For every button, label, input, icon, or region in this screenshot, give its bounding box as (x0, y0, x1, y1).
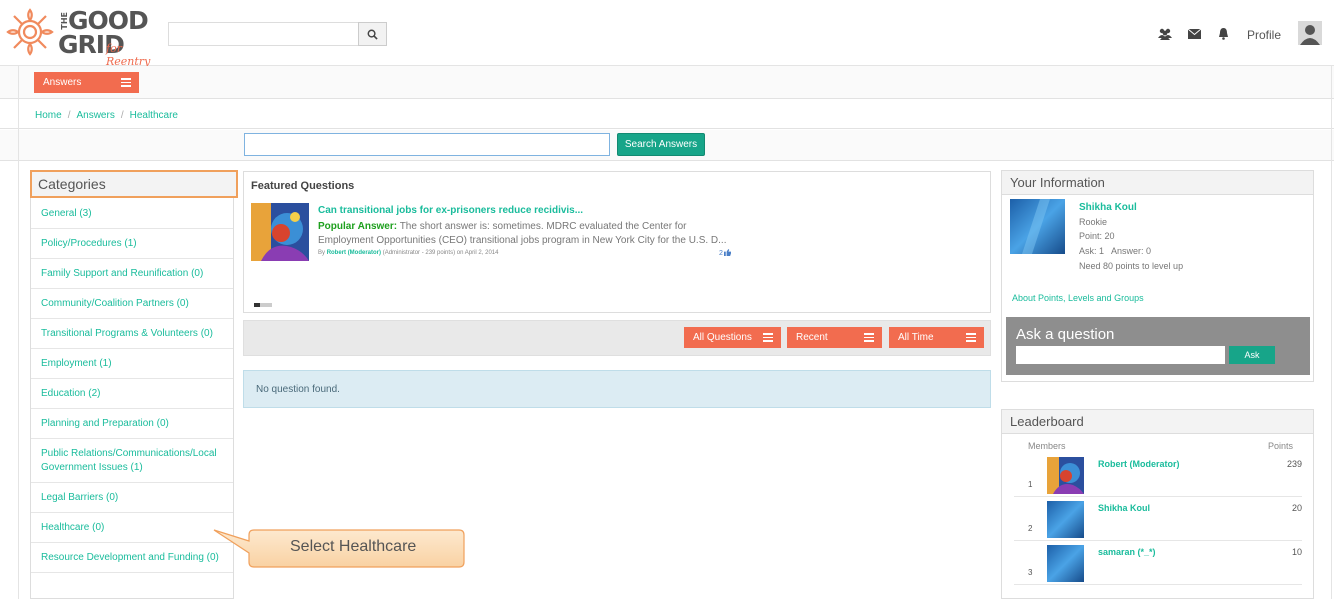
filter-recent[interactable]: Recent (787, 327, 882, 348)
user-level-progress: Need 80 points to level up (1079, 261, 1184, 271)
user-rank: Rookie (1079, 217, 1108, 227)
page-border-right (1331, 66, 1332, 599)
leaderboard-member-name[interactable]: Shikha Koul (1098, 503, 1150, 513)
category-family-support[interactable]: Family Support and Reunification (0) (31, 259, 233, 289)
menu-bars-icon (864, 333, 874, 344)
filter-all-questions-label: All Questions (693, 332, 752, 343)
page-border-left (18, 66, 19, 599)
featured-question-meta: By Robert (Moderator) (Administrator - 2… (318, 250, 498, 256)
leaderboard-avatar[interactable] (1047, 501, 1084, 538)
search-icon (367, 29, 378, 40)
answers-search-input[interactable] (244, 133, 610, 156)
leaderboard-row[interactable]: 1 Robert (Moderator) 239 (1014, 453, 1302, 497)
meta-by: By (318, 250, 326, 256)
leaderboard-row[interactable]: 3 samaran (*_*) 10 (1014, 541, 1302, 585)
leaderboard-row[interactable]: 2 Shikha Koul 20 (1014, 497, 1302, 541)
category-healthcare[interactable]: Healthcare (0) (31, 513, 233, 543)
user-name-link[interactable]: Shikha Koul (1079, 202, 1137, 213)
users-icon[interactable] (1158, 27, 1172, 41)
category-employment[interactable]: Employment (1) (31, 349, 233, 379)
category-community-partners[interactable]: Community/Coalition Partners (0) (31, 289, 233, 319)
meta-author[interactable]: Robert (Moderator) (327, 250, 381, 256)
leaderboard-points: 10 (1291, 547, 1302, 557)
breadcrumb-bar (0, 100, 1334, 129)
vote-count: 2 (719, 250, 723, 257)
featured-votes[interactable]: 2 (719, 249, 731, 257)
envelope-icon[interactable] (1187, 27, 1201, 41)
leaderboard-rank: 3 (1028, 568, 1033, 577)
profile-link[interactable]: Profile (1247, 28, 1281, 42)
points-levels-link[interactable]: About Points, Levels and Groups (1012, 293, 1144, 303)
leaderboard-member-name[interactable]: Robert (Moderator) (1098, 459, 1180, 469)
user-points: Point: 20 (1079, 231, 1115, 241)
answers-menu-button[interactable]: Answers (34, 72, 139, 93)
menu-bars-icon (121, 78, 131, 89)
popular-answer-label: Popular Answer: (318, 221, 398, 232)
category-public-relations[interactable]: Public Relations/Communications/Local Go… (31, 439, 233, 483)
ask-button[interactable]: Ask (1229, 346, 1275, 364)
breadcrumb-answers[interactable]: Answers (76, 110, 114, 121)
menu-bars-icon (966, 333, 976, 344)
callout-text: Select Healthcare (290, 538, 417, 555)
user-silhouette-icon (1300, 25, 1320, 45)
leaderboard-rank: 1 (1028, 480, 1033, 489)
logo-tagline: for Reentry (106, 42, 151, 68)
your-information-title: Your Information (1002, 171, 1313, 195)
category-resource-development[interactable]: Resource Development and Funding (0) (31, 543, 233, 573)
site-logo[interactable]: THE GOOD GRID for Reentry (4, 4, 164, 68)
user-profile-image[interactable] (1010, 199, 1065, 254)
user-ask-answer-count: Ask: 1 Answer: 0 (1079, 246, 1152, 256)
category-policy-procedures[interactable]: Policy/Procedures (1) (31, 229, 233, 259)
menu-bars-icon (763, 333, 773, 344)
logo-emblem-icon (6, 8, 54, 56)
filter-all-time-label: All Time (898, 332, 934, 343)
site-search-button[interactable] (358, 22, 387, 46)
leaderboard-title: Leaderboard (1002, 410, 1313, 434)
ask-question-title: Ask a question (1016, 326, 1115, 343)
filter-all-questions[interactable]: All Questions (684, 327, 781, 348)
featured-question-link[interactable]: Can transitional jobs for ex-prisoners r… (318, 205, 583, 216)
category-education[interactable]: Education (2) (31, 379, 233, 409)
search-answers-button[interactable]: Search Answers (617, 133, 705, 156)
category-planning[interactable]: Planning and Preparation (0) (31, 409, 233, 439)
filter-all-time[interactable]: All Time (889, 327, 984, 348)
thumbs-up-icon (723, 249, 731, 256)
ask-question-input[interactable] (1016, 346, 1225, 364)
leaderboard-members-header: Members (1028, 441, 1066, 451)
category-transitional-programs[interactable]: Transitional Programs & Volunteers (0) (31, 319, 233, 349)
leaderboard-points: 239 (1286, 459, 1302, 469)
category-general[interactable]: General (3) (31, 199, 233, 229)
breadcrumb-home[interactable]: Home (35, 110, 62, 121)
featured-question-image[interactable] (251, 203, 309, 261)
category-legal-barriers[interactable]: Legal Barriers (0) (31, 483, 233, 513)
featured-questions-title: Featured Questions (251, 180, 355, 192)
categories-title: Categories (30, 170, 238, 198)
featured-slider-dots[interactable] (254, 299, 272, 310)
leaderboard-points: 20 (1291, 503, 1302, 513)
leaderboard-avatar[interactable] (1047, 545, 1084, 582)
breadcrumb-healthcare[interactable]: Healthcare (130, 110, 178, 121)
meta-date: on April 2, 2014 (456, 250, 499, 256)
menu-bar (0, 66, 1334, 99)
header-nav-icons (1158, 26, 1245, 42)
featured-popular-answer: Popular Answer: The short answer is: som… (318, 220, 738, 248)
no-questions-message: No question found. (243, 370, 991, 408)
user-avatar[interactable] (1298, 21, 1322, 45)
breadcrumb: Home / Answers / Healthcare (35, 110, 178, 121)
leaderboard-avatar[interactable] (1047, 457, 1084, 494)
meta-role: (Administrator - 239 points) (382, 250, 456, 256)
leaderboard-points-header: Points (1268, 441, 1294, 451)
site-search-input[interactable] (168, 22, 359, 46)
bell-icon[interactable] (1216, 27, 1230, 41)
filter-recent-label: Recent (796, 332, 828, 343)
answers-menu-label: Answers (43, 77, 82, 88)
leaderboard-member-name[interactable]: samaran (*_*) (1098, 547, 1156, 557)
leaderboard-rank: 2 (1028, 524, 1033, 533)
